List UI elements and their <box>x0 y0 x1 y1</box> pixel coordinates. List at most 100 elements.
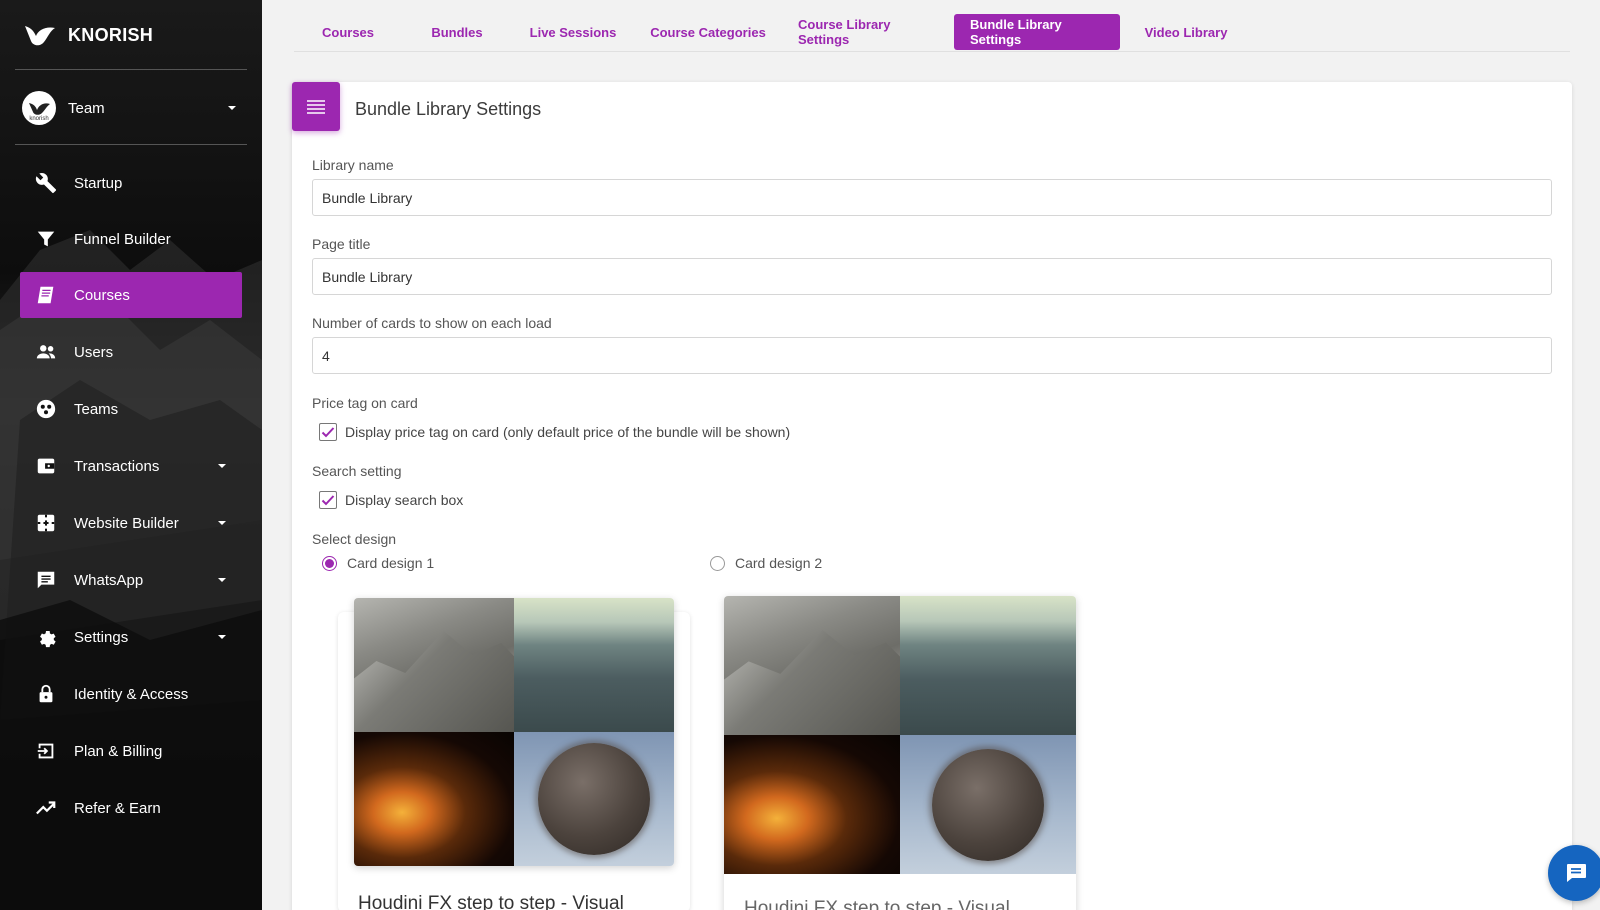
card-design-1-label: Card design 1 <box>347 555 435 571</box>
card-design-2-title: Houdini FX step to step - Visual <box>744 898 1010 910</box>
chat-widget-button[interactable] <box>1548 845 1600 901</box>
card-design-2-radio[interactable] <box>710 555 725 571</box>
brand-name: KNORISH <box>68 24 154 45</box>
page-title: Bundle Library Settings <box>355 99 542 119</box>
sidebar-item-funnel-builder[interactable]: Funnel Builder <box>20 216 242 262</box>
users-icon <box>34 340 58 364</box>
tab-bundle-library-settings[interactable]: Bundle Library Settings <box>954 14 1120 50</box>
card-design-2-label: Card design 2 <box>735 555 823 571</box>
sidebar-item-label: Settings <box>74 628 129 646</box>
sidebar-item-label: Website Builder <box>74 514 179 532</box>
sidebar-item-transactions[interactable]: Transactions <box>20 443 242 489</box>
sidebar-item-label: Users <box>74 343 114 361</box>
team-avatar-icon: knorish <box>29 103 50 122</box>
chevron-down-icon <box>218 635 226 639</box>
tabs-divider <box>294 51 1570 52</box>
sidebar-divider <box>15 144 247 145</box>
chat-icon <box>1567 864 1586 882</box>
brand-logo[interactable]: KNORISH <box>24 22 153 48</box>
chevron-down-icon <box>218 464 226 468</box>
card-header-icon <box>292 82 340 131</box>
price-tag-checkbox-row[interactable]: Display price tag on card (only default … <box>319 423 790 441</box>
search-box-checkbox[interactable] <box>319 491 337 509</box>
fire-thumbnail <box>354 732 514 866</box>
team-icon <box>34 397 58 421</box>
ocean-thumbnail <box>514 598 674 732</box>
avatar: knorish <box>22 91 56 125</box>
wrench-icon <box>34 171 58 195</box>
tab-bar: Courses Bundles Live Sessions Course Cat… <box>294 14 1252 50</box>
sidebar-item-label: WhatsApp <box>74 571 144 589</box>
exit-to-app-icon <box>34 739 58 763</box>
sidebar-item-label: Transactions <box>74 457 160 475</box>
tab-course-categories[interactable]: Course Categories <box>634 14 782 50</box>
page-title-label: Page title <box>312 236 371 252</box>
chevron-down-icon <box>228 106 236 110</box>
card-design-2-option[interactable]: Card design 2 <box>710 555 822 571</box>
sidebar-item-label: Plan & Billing <box>74 742 163 760</box>
sidebar-item-label: Teams <box>74 400 119 418</box>
tab-video-library[interactable]: Video Library <box>1120 14 1252 50</box>
cards-per-load-input[interactable] <box>312 337 1552 374</box>
sidebar-item-refer-earn[interactable]: Refer & Earn <box>20 785 242 831</box>
card-design-2-preview-image <box>724 596 1076 874</box>
trending-up-icon <box>34 796 58 820</box>
sidebar: KNORISH knorish Team Startup Funnel Buil… <box>0 0 262 910</box>
card-design-1-preview-image <box>354 598 674 866</box>
price-tag-checkbox[interactable] <box>319 423 337 441</box>
fur-ball-thumbnail <box>900 735 1076 874</box>
team-label: Team <box>68 99 105 117</box>
menu-lines-icon <box>307 99 325 114</box>
library-name-input[interactable] <box>312 179 1552 216</box>
chevron-down-icon <box>218 578 226 582</box>
sidebar-item-whatsapp[interactable]: WhatsApp <box>20 557 242 603</box>
sidebar-item-label: Refer & Earn <box>74 799 161 817</box>
sidebar-item-identity-access[interactable]: Identity & Access <box>20 671 242 717</box>
sidebar-item-users[interactable]: Users <box>20 329 242 375</box>
mountain-thumbnail <box>354 598 514 732</box>
price-tag-checkbox-label: Display price tag on card (only default … <box>345 424 791 440</box>
tab-courses[interactable]: Courses <box>294 14 402 50</box>
fire-thumbnail <box>724 735 900 874</box>
sidebar-item-startup[interactable]: Startup <box>20 160 242 206</box>
tab-bundles[interactable]: Bundles <box>402 14 512 50</box>
card-design-1-option[interactable]: Card design 1 <box>322 555 434 571</box>
sidebar-item-plan-billing[interactable]: Plan & Billing <box>20 728 242 774</box>
search-checkbox-label: Display search box <box>345 492 464 508</box>
book-icon <box>34 283 58 307</box>
chevron-down-icon <box>218 521 226 525</box>
bird-logo-icon <box>25 26 55 46</box>
mountain-thumbnail <box>724 596 900 735</box>
svg-text:knorish: knorish <box>29 116 48 122</box>
card-design-1-title: Houdini FX step to step - Visual <box>358 893 624 910</box>
checkmark-icon <box>321 495 335 506</box>
chat-bubble-icon <box>34 568 58 592</box>
page-title-input[interactable] <box>312 258 1552 295</box>
sidebar-item-teams[interactable]: Teams <box>20 386 242 432</box>
sidebar-item-label: Identity & Access <box>74 685 189 703</box>
library-name-label: Library name <box>312 157 394 173</box>
tab-live-sessions[interactable]: Live Sessions <box>512 14 634 50</box>
fur-ball-thumbnail <box>514 732 674 866</box>
ocean-thumbnail <box>900 596 1076 735</box>
select-design-label: Select design <box>312 531 397 547</box>
price-tag-label: Price tag on card <box>312 395 418 411</box>
funnel-icon <box>34 227 58 251</box>
wallet-icon <box>34 454 58 478</box>
sidebar-item-courses[interactable]: Courses <box>20 272 242 318</box>
checkmark-icon <box>321 427 335 438</box>
sidebar-divider <box>15 69 247 70</box>
sidebar-item-label: Startup <box>74 174 123 192</box>
team-selector[interactable]: knorish Team <box>22 90 236 126</box>
cards-per-load-label: Number of cards to show on each load <box>312 315 552 331</box>
gear-icon <box>34 625 58 649</box>
card-design-1-radio[interactable] <box>322 555 337 571</box>
search-checkbox-row[interactable]: Display search box <box>319 491 463 509</box>
sidebar-item-settings[interactable]: Settings <box>20 614 242 660</box>
puzzle-icon <box>34 511 58 535</box>
tab-course-library-settings[interactable]: Course Library Settings <box>782 14 954 50</box>
lock-icon <box>34 682 58 706</box>
search-setting-label: Search setting <box>312 463 402 479</box>
sidebar-item-website-builder[interactable]: Website Builder <box>20 500 242 546</box>
sidebar-item-label: Courses <box>74 286 130 304</box>
